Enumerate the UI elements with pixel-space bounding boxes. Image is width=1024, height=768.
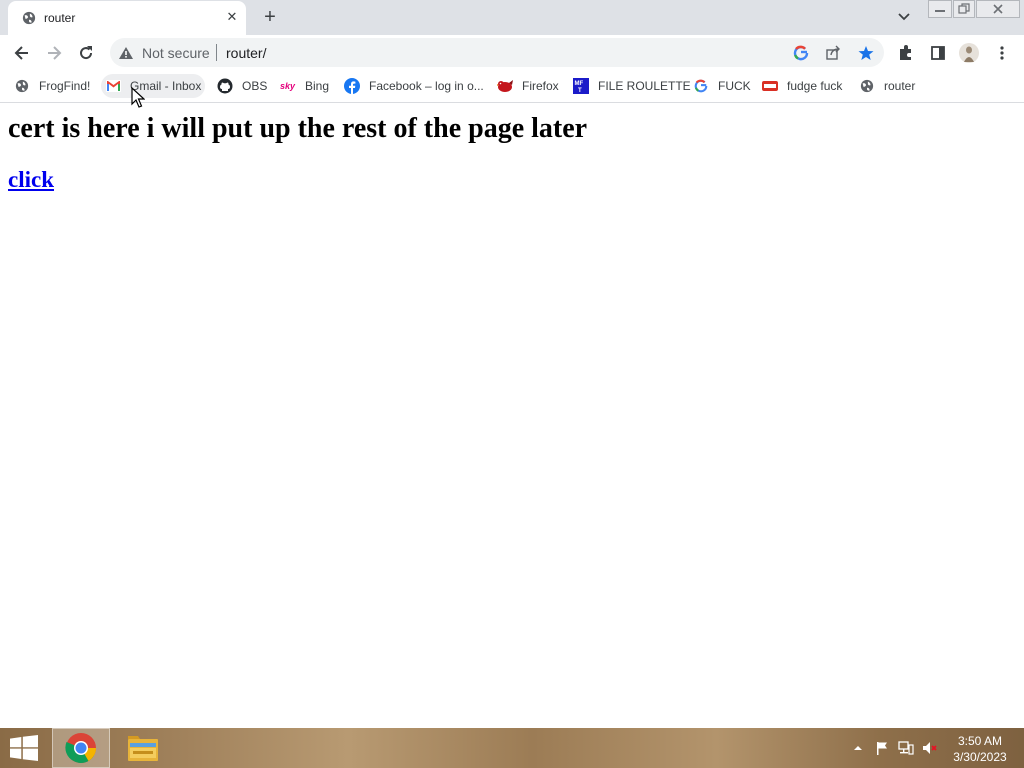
click-link[interactable]: click xyxy=(8,167,54,193)
minimize-button[interactable] xyxy=(928,0,952,18)
page-content: cert is here i will put up the rest of t… xyxy=(0,103,1024,728)
globe-icon xyxy=(859,78,875,94)
windows-logo-icon xyxy=(10,735,38,761)
speaker-muted-icon xyxy=(923,742,937,754)
profile-button[interactable] xyxy=(957,41,981,65)
browser-window: router ✕ + Not secure router/ FrogFind! … xyxy=(0,0,1024,768)
sky-icon: sky xyxy=(280,78,296,94)
new-tab-button[interactable]: + xyxy=(258,6,282,28)
taskbar-chrome[interactable] xyxy=(52,728,110,768)
bookmark-obs[interactable]: OBS xyxy=(213,74,271,98)
facebook-icon xyxy=(344,78,360,94)
bookmark-label: FILE ROULETTE xyxy=(598,79,691,93)
bookmark-label: fudge fuck xyxy=(787,79,843,93)
show-hidden-icons[interactable] xyxy=(850,740,866,756)
bookmark-bing[interactable]: sky Bing xyxy=(276,74,333,98)
tab-strip: router ✕ + xyxy=(0,0,1024,35)
side-panel-button[interactable] xyxy=(926,41,950,65)
clock-time: 3:50 AM xyxy=(957,734,1003,748)
svg-text:sky: sky xyxy=(280,81,296,91)
system-clock[interactable]: 3:50 AM 3/30/2023 xyxy=(948,733,1012,765)
bookmark-firefox[interactable]: Firefox xyxy=(493,74,563,98)
flag-icon xyxy=(877,742,887,755)
clock-date: 3/30/2023 xyxy=(953,750,1007,764)
network-status[interactable] xyxy=(898,740,914,756)
folder-icon xyxy=(128,736,158,761)
browser-toolbar: Not secure router/ xyxy=(0,35,1024,70)
bookmark-label: FrogFind! xyxy=(39,79,91,93)
back-arrow-icon xyxy=(14,46,28,60)
globe-icon xyxy=(22,11,36,25)
network-icon xyxy=(898,741,914,755)
bookmark-red-icon xyxy=(762,78,778,94)
bookmarks-bar: FrogFind! Gmail - Inbox OBS sky Bing Fac… xyxy=(0,70,1024,103)
warning-icon[interactable] xyxy=(118,46,134,60)
close-tab-icon[interactable]: ✕ xyxy=(223,8,241,26)
side-panel-icon xyxy=(931,46,945,60)
github-icon xyxy=(217,78,233,94)
security-label[interactable]: Not secure xyxy=(142,45,210,61)
mft-icon: MF T xyxy=(573,78,589,94)
bird-icon xyxy=(497,78,513,94)
avatar xyxy=(959,43,979,63)
minimize-icon xyxy=(935,10,945,12)
url-text[interactable]: router/ xyxy=(226,45,266,61)
restore-button[interactable] xyxy=(953,0,975,18)
gmail-icon xyxy=(105,78,121,94)
bookmark-facebook[interactable]: Facebook – log in o... xyxy=(340,74,488,98)
bookmark-frogfind[interactable]: FrogFind! xyxy=(10,74,94,98)
tab-title: router xyxy=(44,11,76,25)
menu-button[interactable] xyxy=(990,41,1014,65)
action-center-flag[interactable] xyxy=(874,740,890,756)
bookmark-label: OBS xyxy=(242,79,268,93)
forward-arrow-icon xyxy=(48,46,62,60)
tab-router[interactable]: router ✕ xyxy=(8,1,246,35)
start-button[interactable] xyxy=(0,728,48,768)
svg-text:T: T xyxy=(578,88,582,94)
restore-icon xyxy=(958,3,970,14)
reload-button[interactable] xyxy=(74,41,98,65)
taskbar-file-explorer[interactable] xyxy=(114,728,172,768)
chrome-icon xyxy=(65,733,96,764)
bookmark-label: Firefox xyxy=(522,79,559,93)
bookmark-label: Facebook – log in o... xyxy=(369,79,484,93)
google-icon xyxy=(693,78,709,94)
bookmark-label: Bing xyxy=(305,79,330,93)
extensions-button[interactable] xyxy=(894,41,918,65)
bookmark-label: router xyxy=(884,79,916,93)
bookmark-label: FUCK xyxy=(718,79,751,93)
reload-icon xyxy=(80,46,93,60)
chevron-up-icon xyxy=(854,746,862,750)
forward-button[interactable] xyxy=(42,41,66,65)
bookmark-fudge-fuck[interactable]: fudge fuck xyxy=(758,74,846,98)
bookmark-gmail[interactable]: Gmail - Inbox xyxy=(101,74,206,98)
tab-search-chevron-icon[interactable] xyxy=(895,9,913,25)
share-icon[interactable] xyxy=(824,44,842,62)
globe-icon xyxy=(14,78,30,94)
kebab-menu-icon xyxy=(1000,46,1004,60)
bookmark-file-roulette[interactable]: MF T FILE ROULETTE xyxy=(569,74,695,98)
bookmark-google[interactable]: FUCK xyxy=(689,74,755,98)
taskbar: 3:50 AM 3/30/2023 xyxy=(0,728,1024,768)
google-lens-icon[interactable] xyxy=(792,44,810,62)
volume-muted[interactable] xyxy=(922,740,938,756)
close-window-icon xyxy=(993,4,1003,14)
omnibox-divider xyxy=(216,44,217,61)
bookmark-router[interactable]: router xyxy=(855,74,919,98)
close-window-button[interactable] xyxy=(976,0,1020,18)
bookmark-star-icon[interactable] xyxy=(857,44,875,62)
puzzle-icon xyxy=(900,45,911,60)
back-button[interactable] xyxy=(10,41,34,65)
address-bar[interactable]: Not secure router/ xyxy=(110,38,884,67)
page-heading: cert is here i will put up the rest of t… xyxy=(8,113,588,144)
svg-text:MF: MF xyxy=(575,81,584,87)
mouse-pointer-icon xyxy=(131,87,145,108)
